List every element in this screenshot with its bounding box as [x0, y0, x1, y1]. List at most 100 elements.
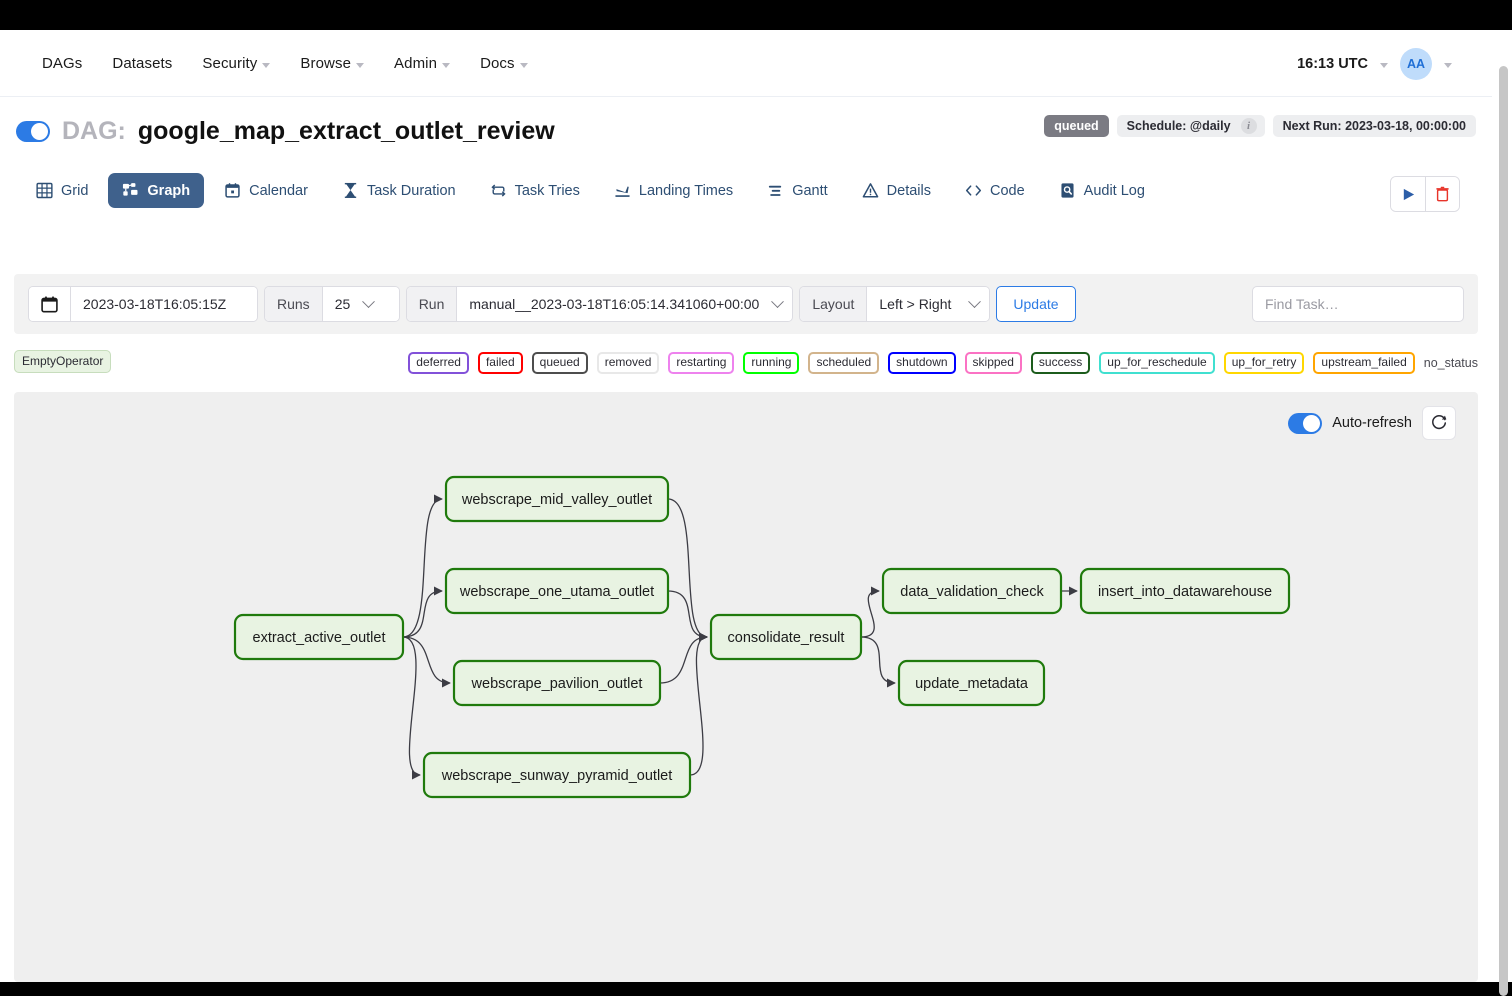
operator-legend-chip[interactable]: EmptyOperator: [14, 350, 112, 373]
dag-prefix-label: DAG:: [62, 116, 126, 145]
nav-link-datasets[interactable]: Datasets: [112, 55, 172, 72]
legend-chip-shutdown[interactable]: shutdown: [888, 352, 956, 374]
layout-select[interactable]: Left > Right: [867, 287, 990, 321]
legend-chip-deferred[interactable]: deferred: [408, 352, 469, 374]
page-scrollbar[interactable]: [1492, 30, 1512, 996]
code-icon: [965, 182, 982, 199]
graph-edge: [402, 636, 421, 780]
graph-edge: [402, 636, 451, 688]
nav-link-security[interactable]: Security: [202, 55, 271, 72]
tab-landing-times[interactable]: Landing Times: [600, 173, 747, 208]
tab-code[interactable]: Code: [951, 173, 1039, 208]
dag-graph[interactable]: extract_active_outlet webscrape_mid_valle…: [14, 392, 1478, 982]
main-nav: DAGs Datasets Security Browse Admin Docs: [42, 30, 528, 97]
tab-task-duration[interactable]: Task Duration: [328, 173, 470, 208]
graph-edge: [860, 636, 896, 688]
layout-label: Layout: [800, 287, 868, 321]
nav-link-label: Security: [202, 55, 258, 72]
graph-node-update_metadata[interactable]: update_metadata: [897, 659, 1046, 707]
update-button[interactable]: Update: [996, 286, 1076, 322]
legend-chip-upstream_failed[interactable]: upstream_failed: [1313, 352, 1415, 374]
graph-node-label: webscrape_sunway_pyramid_outlet: [441, 768, 673, 784]
graph-node-insert_into_datawarehouse[interactable]: insert_into_datawarehouse: [1079, 567, 1291, 615]
legend-chip-up_for_retry[interactable]: up_for_retry: [1223, 352, 1305, 374]
nav-link-label: Admin: [394, 55, 438, 72]
tab-gantt[interactable]: Gantt: [753, 173, 841, 208]
trigger-dag-button[interactable]: [1391, 177, 1425, 211]
legend-chip-running[interactable]: running: [743, 352, 800, 374]
graph-node-webscrape_one_utama_outlet[interactable]: webscrape_one_utama_outlet: [444, 567, 670, 615]
view-tabbar: Grid Graph Calendar Task Duration Task Tries…: [0, 165, 1492, 227]
legend-chip-success[interactable]: success: [1030, 352, 1091, 374]
nav-link-dags[interactable]: DAGs: [42, 55, 82, 72]
dag-action-buttons: [1390, 176, 1460, 212]
calendar-icon: [224, 182, 241, 199]
legend-chip-restarting[interactable]: restarting: [668, 352, 735, 374]
clock-chevron-down-icon[interactable]: [1380, 63, 1388, 68]
graph-node-label: webscrape_pavilion_outlet: [471, 676, 643, 692]
navbar-right: 16:13 UTC AA: [1297, 30, 1452, 97]
run-label: Run: [406, 287, 458, 321]
dag-title-row: DAG: google_map_extract_outlet_review: [16, 97, 555, 165]
run-select[interactable]: manual__2023-03-18T16:05:14.341060+00:00: [457, 287, 793, 321]
scrollbar-thumb[interactable]: [1499, 66, 1508, 996]
calendar-picker-button[interactable]: [29, 287, 71, 321]
retry-icon: [490, 182, 507, 199]
tab-graph[interactable]: Graph: [108, 173, 205, 208]
dag-header: DAG: google_map_extract_outlet_review qu…: [0, 97, 1492, 165]
utc-clock[interactable]: 16:13 UTC: [1297, 56, 1368, 72]
graph-node-webscrape_sunway_pyramid_outlet[interactable]: webscrape_sunway_pyramid_outlet: [422, 751, 692, 799]
tab-task-tries[interactable]: Task Tries: [476, 173, 594, 208]
graph-canvas[interactable]: Auto-refresh extract_active_outlet webscr…: [14, 392, 1478, 982]
graph-edge: [402, 494, 443, 638]
graph-node-consolidate_result[interactable]: consolidate_result: [709, 613, 863, 661]
legend-chip-up_for_reschedule[interactable]: up_for_reschedule: [1099, 352, 1215, 374]
info-icon[interactable]: i: [1240, 118, 1257, 134]
graph-node-extract_active_outlet[interactable]: extract_active_outlet: [233, 613, 405, 661]
graph-node-data_validation_check[interactable]: data_validation_check: [881, 567, 1063, 615]
graph-node-webscrape_mid_valley_outlet[interactable]: webscrape_mid_valley_outlet: [444, 475, 670, 523]
status-legend: deferred failed queued removed restarting run…: [408, 352, 1478, 374]
refresh-button[interactable]: [1422, 406, 1456, 440]
status-badge: queued: [1044, 115, 1109, 137]
graph-node-label: update_metadata: [915, 676, 1029, 692]
graph-node-label: insert_into_datawarehouse: [1098, 584, 1272, 600]
nav-link-browse[interactable]: Browse: [300, 55, 365, 72]
tab-label: Gantt: [792, 182, 828, 199]
graph-node-webscrape_pavilion_outlet[interactable]: webscrape_pavilion_outlet: [452, 659, 662, 707]
runs-select-value: 25: [334, 296, 351, 312]
execution-date-input[interactable]: 2023-03-18T16:05:15Z: [71, 287, 257, 321]
graph-nodes: extract_active_outlet webscrape_mid_valle…: [233, 475, 1291, 799]
tab-grid[interactable]: Grid: [22, 173, 102, 208]
gantt-icon: [767, 182, 784, 199]
tab-details[interactable]: Details: [848, 173, 945, 208]
tab-label: Task Tries: [514, 182, 580, 199]
legend-chip-queued[interactable]: queued: [531, 352, 588, 374]
tab-calendar[interactable]: Calendar: [210, 173, 322, 208]
legend-chip-failed[interactable]: failed: [477, 352, 523, 374]
page-title: google_map_extract_outlet_review: [137, 116, 555, 145]
tab-label: Graph: [147, 182, 191, 199]
auto-refresh-toggle[interactable]: [1288, 412, 1323, 434]
legend-chip-skipped[interactable]: skipped: [964, 352, 1022, 374]
legend-chip-removed[interactable]: removed: [596, 352, 660, 374]
dag-pause-toggle[interactable]: [16, 120, 50, 142]
nav-link-admin[interactable]: Admin: [394, 55, 451, 72]
tab-audit-log[interactable]: Audit Log: [1045, 173, 1159, 208]
graph-node-label: webscrape_mid_valley_outlet: [461, 492, 652, 508]
graph-node-label: webscrape_one_utama_outlet: [459, 584, 654, 600]
legend-chip-no-status[interactable]: no_status: [1424, 356, 1478, 370]
user-chevron-down-icon[interactable]: [1444, 63, 1452, 68]
schedule-group: Schedule: @daily i: [1116, 115, 1265, 137]
nav-link-docs[interactable]: Docs: [480, 55, 528, 72]
run-select-value: manual__2023-03-18T16:05:14.341060+00:00: [469, 296, 760, 312]
airflow-page: DAGs Datasets Security Browse Admin Docs 16:1…: [0, 30, 1512, 982]
find-task-input[interactable]: [1252, 286, 1464, 322]
graph-edge: [667, 498, 708, 642]
nav-link-label: Datasets: [112, 55, 173, 72]
legend-chip-scheduled[interactable]: scheduled: [808, 352, 880, 374]
avatar[interactable]: AA: [1400, 47, 1432, 80]
runs-select[interactable]: 25: [322, 287, 399, 321]
delete-dag-button[interactable]: [1425, 177, 1459, 211]
tab-label: Task Duration: [366, 182, 456, 199]
